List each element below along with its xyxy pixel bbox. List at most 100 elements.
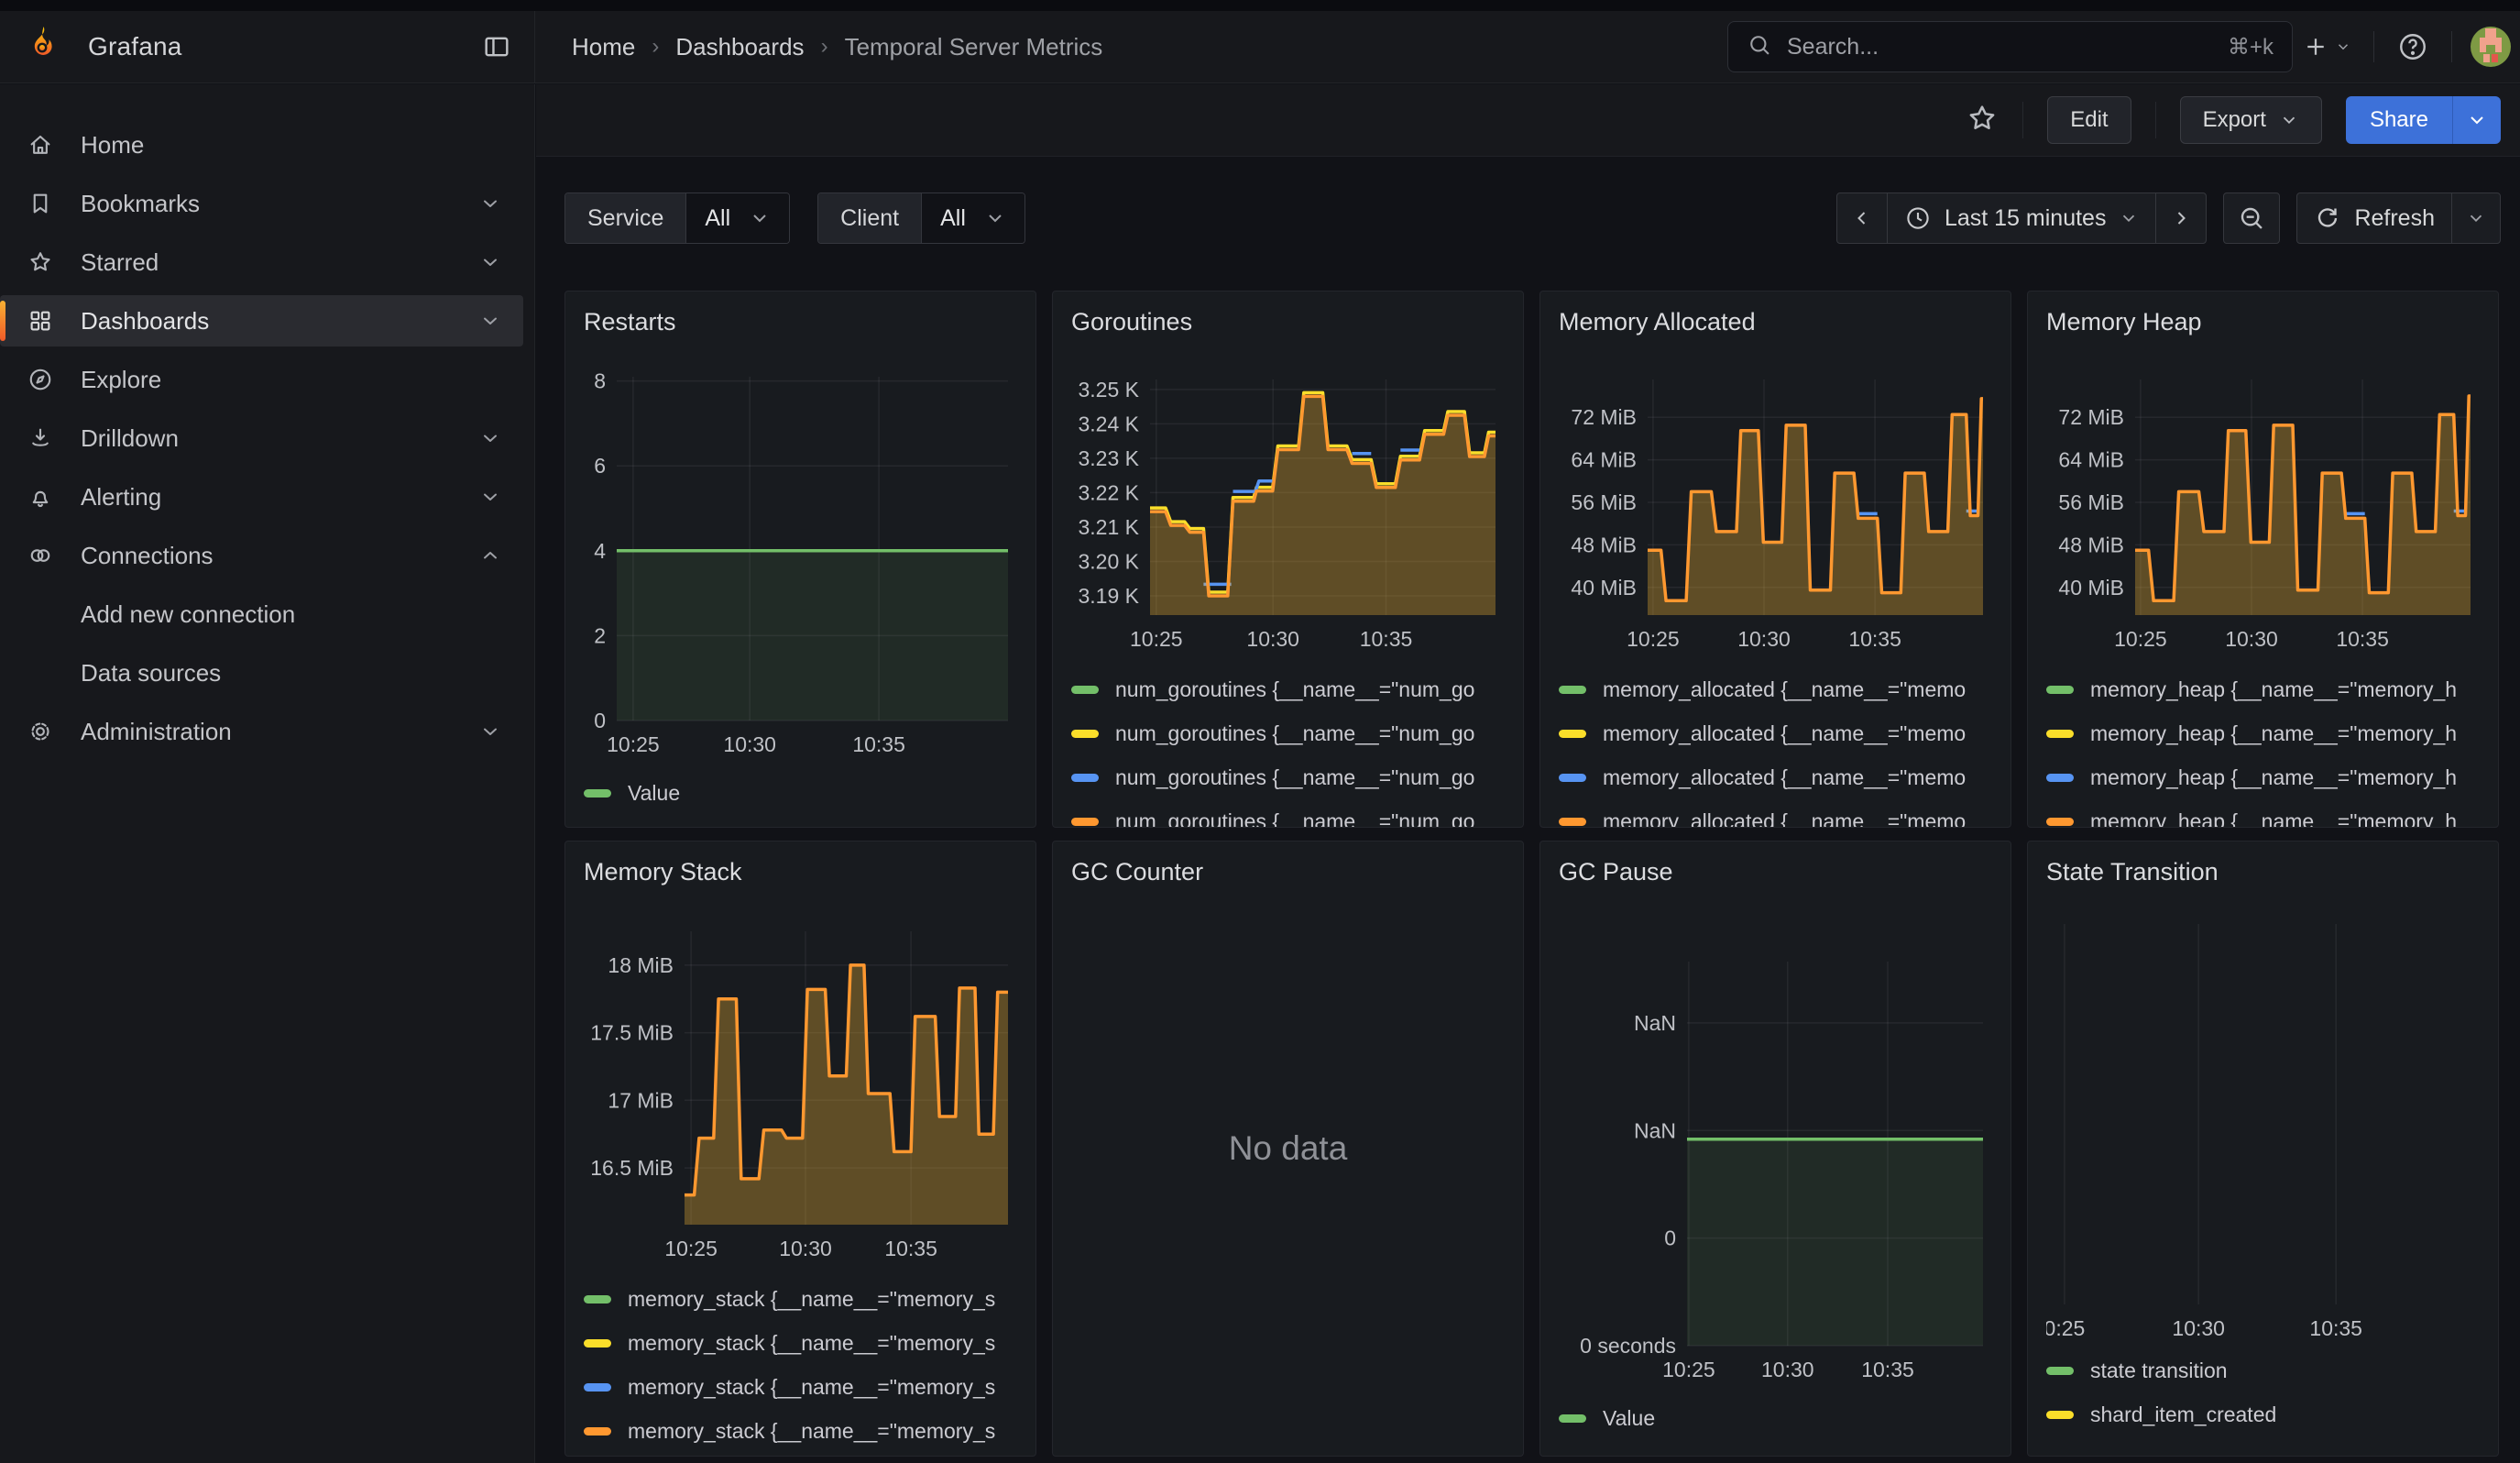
time-range-picker[interactable]: Last 15 minutes	[1887, 193, 2156, 243]
sidebar-item-data-sources[interactable]: Data sources	[0, 647, 523, 698]
sidebar-item-alerting[interactable]: Alerting	[0, 471, 523, 522]
legend-item[interactable]: memory_stack {__name__="memory_s	[584, 1409, 1017, 1453]
timeseries-chart-state-transition[interactable]: 0:2510:3010:35	[2046, 895, 2480, 1348]
legend-item[interactable]: memory_heap {__name__="memory_h	[2046, 711, 2480, 755]
grafana-app: Grafana Home › Dashboards › Temporal Ser…	[0, 0, 2520, 1463]
legend-swatch	[584, 789, 611, 798]
timeseries-chart-restarts[interactable]: 0246810:2510:3010:35	[584, 345, 1017, 762]
sidebar-item-label: Connections	[81, 542, 214, 570]
svg-text:10:35: 10:35	[1360, 627, 1413, 651]
legend-item[interactable]: Value	[1559, 1396, 1992, 1440]
time-shift-back-button[interactable]	[1837, 193, 1887, 243]
sidebar-item-home[interactable]: Home	[0, 119, 523, 170]
favorite-star-icon[interactable]	[1966, 102, 1999, 139]
topbar-actions: ⌘+k	[1727, 21, 2511, 72]
legend-item[interactable]: memory_stack {__name__="memory_s	[584, 1365, 1017, 1409]
panel-title[interactable]: GC Pause	[1559, 858, 1992, 895]
legend-swatch	[584, 1427, 611, 1436]
panel-title[interactable]: Memory Stack	[584, 858, 1017, 895]
refresh-button[interactable]: Refresh	[2297, 193, 2451, 243]
panel-title[interactable]: Memory Heap	[2046, 308, 2480, 345]
legend-item[interactable]: memory_allocated {__name__="memo	[1559, 667, 1992, 711]
client-filter-value[interactable]: All	[921, 193, 1024, 243]
zoom-out-button[interactable]	[2223, 192, 2280, 244]
panel-title[interactable]: Memory Allocated	[1559, 308, 1992, 345]
chevron-down-icon[interactable]	[479, 720, 501, 742]
search-box[interactable]: ⌘+k	[1727, 21, 2293, 72]
breadcrumb-home[interactable]: Home	[572, 33, 635, 61]
sidebar-item-administration[interactable]: Administration	[0, 706, 523, 757]
svg-text:40 MiB: 40 MiB	[1571, 576, 1637, 600]
export-button[interactable]: Export	[2180, 96, 2322, 144]
svg-text:NaN: NaN	[1634, 1118, 1676, 1142]
legend-item[interactable]: num_goroutines {__name__="num_go	[1071, 755, 1505, 799]
legend-item[interactable]: memory_stack {__name__="memory_s	[584, 1321, 1017, 1365]
sidebar-item-dashboards[interactable]: Dashboards	[0, 295, 523, 346]
legend-swatch	[1559, 818, 1586, 826]
legend-item[interactable]: memory_stack {__name__="memory_s	[584, 1277, 1017, 1321]
panel-legend: memory_allocated {__name__="memomemory_a…	[1559, 667, 1992, 828]
legend-item[interactable]: num_goroutines {__name__="num_go	[1071, 667, 1505, 711]
legend-item[interactable]: state transition	[2046, 1348, 2480, 1392]
svg-text:2: 2	[594, 623, 606, 647]
panel-title[interactable]: Restarts	[584, 308, 1017, 345]
sidebar-item-add-new-connection[interactable]: Add new connection	[0, 588, 523, 640]
panel-legend: Value	[1559, 1396, 1992, 1440]
legend-item[interactable]: memory_allocated {__name__="memo	[1559, 799, 1992, 828]
search-input[interactable]	[1787, 34, 2213, 60]
compass-icon	[26, 366, 55, 393]
chevron-down-icon[interactable]	[479, 310, 501, 332]
timeseries-chart-memory-heap[interactable]: 40 MiB48 MiB56 MiB64 MiB72 MiB10:2510:30…	[2046, 345, 2480, 656]
share-dropdown-button[interactable]	[2452, 96, 2501, 144]
legend-label: shard_item_created	[2090, 1402, 2276, 1427]
breadcrumb-dashboards[interactable]: Dashboards	[675, 33, 804, 61]
user-avatar[interactable]	[2471, 27, 2511, 67]
sidebar-item-explore[interactable]: Explore	[0, 354, 523, 405]
svg-text:10:30: 10:30	[779, 1237, 832, 1260]
sidebar-item-bookmarks[interactable]: Bookmarks	[0, 178, 523, 229]
grafana-logo[interactable]	[20, 23, 64, 72]
timeseries-chart-goroutines[interactable]: 3.19 K3.20 K3.21 K3.22 K3.23 K3.24 K3.25…	[1071, 345, 1505, 656]
legend-item[interactable]: shard_item_created	[2046, 1392, 2480, 1436]
svg-text:3.21 K: 3.21 K	[1079, 515, 1140, 539]
legend-label: memory_heap {__name__="memory_h	[2090, 677, 2457, 702]
timeseries-chart-memory-stack[interactable]: 16.5 MiB17 MiB17.5 MiB18 MiB10:2510:3010…	[584, 895, 1017, 1270]
share-button[interactable]: Share	[2346, 96, 2452, 144]
chevron-down-icon[interactable]	[479, 486, 501, 508]
panel-memory-heap: Memory Heap40 MiB48 MiB56 MiB64 MiB72 Mi…	[2027, 291, 2499, 828]
help-button[interactable]	[2387, 21, 2438, 72]
add-new-button[interactable]	[2293, 24, 2361, 70]
sidebar-item-starred[interactable]: Starred	[0, 236, 523, 288]
legend-item[interactable]: memory_heap {__name__="memory_h	[2046, 667, 2480, 711]
chevron-down-icon[interactable]	[479, 427, 501, 449]
sidebar-item-label: Bookmarks	[81, 190, 200, 218]
sidebar-item-connections[interactable]: Connections	[0, 530, 523, 581]
legend-item[interactable]: memory_heap {__name__="memory_h	[2046, 799, 2480, 828]
legend-item[interactable]: num_goroutines {__name__="num_go	[1071, 799, 1505, 828]
breadcrumb: Home › Dashboards › Temporal Server Metr…	[572, 33, 1102, 61]
mega-menu-sidebar: Home Bookmarks Starred Dashboards Explore Dri…	[0, 84, 535, 1463]
legend-label: memory_heap {__name__="memory_h	[2090, 765, 2457, 790]
chevron-down-icon[interactable]	[479, 251, 501, 273]
panel-title[interactable]: State Transition	[2046, 858, 2480, 895]
service-filter-value[interactable]: All	[685, 193, 789, 243]
svg-text:48 MiB: 48 MiB	[1571, 533, 1637, 556]
chevron-up-icon[interactable]	[479, 544, 501, 566]
legend-item[interactable]: memory_heap {__name__="memory_h	[2046, 755, 2480, 799]
mega-menu-toggle-button[interactable]	[481, 31, 512, 62]
legend-item[interactable]: num_goroutines {__name__="num_go	[1071, 711, 1505, 755]
time-shift-forward-button[interactable]	[2155, 193, 2206, 243]
refresh-interval-dropdown[interactable]	[2451, 193, 2500, 243]
no-data-message: No data	[1053, 842, 1523, 1456]
chevron-down-icon[interactable]	[479, 192, 501, 214]
legend-item[interactable]: memory_allocated {__name__="memo	[1559, 711, 1992, 755]
legend-item[interactable]: memory_allocated {__name__="memo	[1559, 755, 1992, 799]
edit-button[interactable]: Edit	[2047, 96, 2131, 144]
timeseries-chart-gc-pause[interactable]: 0 seconds0NaNNaN10:2510:3010:35	[1559, 895, 1992, 1390]
panel-title[interactable]: Goroutines	[1071, 308, 1505, 345]
legend-item[interactable]: Value	[584, 771, 1017, 815]
timeseries-chart-memory-allocated[interactable]: 40 MiB48 MiB56 MiB64 MiB72 MiB10:2510:30…	[1559, 345, 1992, 656]
sidebar-item-drilldown[interactable]: Drilldown	[0, 412, 523, 464]
svg-text:72 MiB: 72 MiB	[1571, 405, 1637, 429]
svg-text:10:35: 10:35	[1848, 627, 1901, 651]
